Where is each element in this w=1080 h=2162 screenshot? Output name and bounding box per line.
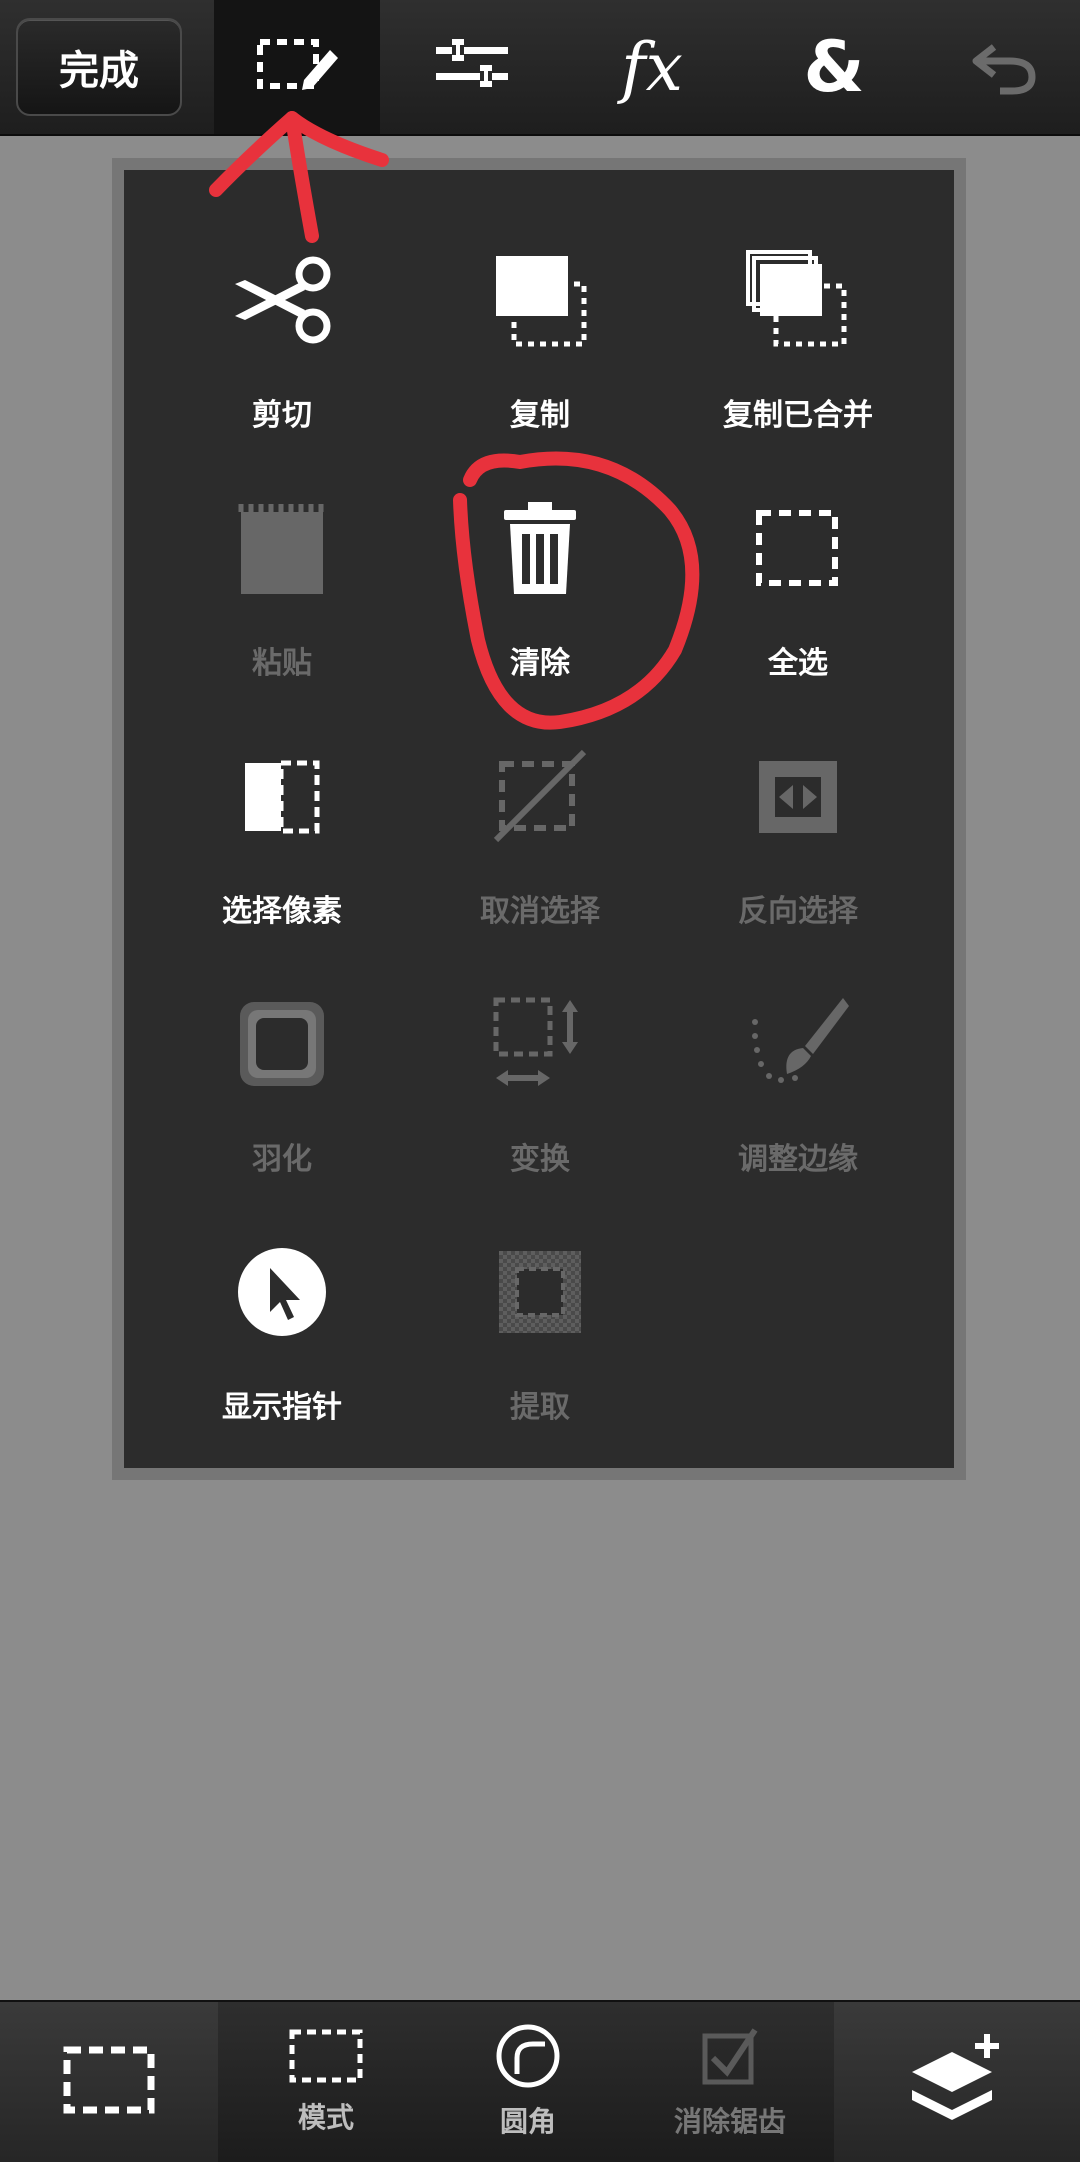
scissors-icon bbox=[182, 230, 382, 370]
clear-label: 清除 bbox=[510, 646, 570, 681]
done-button[interactable]: 完成 bbox=[16, 18, 182, 116]
antialias-label: 消除锯齿 bbox=[673, 2105, 786, 2138]
bottom-toolbar: 模式 圆角 消除锯齿 bbox=[0, 2000, 1080, 2162]
marquee-tool-button[interactable] bbox=[0, 2002, 218, 2162]
cut-item[interactable]: 剪切 bbox=[152, 230, 412, 460]
show-pointer-icon bbox=[182, 1222, 382, 1362]
select-all-icon bbox=[698, 478, 898, 618]
feather-icon bbox=[182, 974, 382, 1114]
select-pixels-item[interactable]: 选择像素 bbox=[152, 726, 412, 956]
transform-icon bbox=[440, 974, 640, 1114]
feather-item[interactable]: 羽化 bbox=[152, 974, 412, 1204]
extract-label: 提取 bbox=[510, 1390, 570, 1425]
invert-selection-label: 反向选择 bbox=[738, 894, 858, 929]
paste-item[interactable]: 粘贴 bbox=[152, 478, 412, 708]
antialias-button[interactable]: 消除锯齿 bbox=[640, 2002, 820, 2162]
select-all-label: 全选 bbox=[768, 646, 828, 681]
deselect-icon bbox=[440, 726, 640, 866]
transform-label: 变换 bbox=[510, 1142, 570, 1177]
top-toolbar: 完成 fx & bbox=[0, 0, 1080, 136]
adjust-sliders-icon bbox=[432, 35, 512, 99]
selection-edit-icon bbox=[252, 30, 342, 104]
antialias-icon bbox=[695, 2024, 765, 2092]
trash-icon bbox=[440, 478, 640, 618]
cut-label: 剪切 bbox=[252, 398, 312, 433]
copy-merged-icon bbox=[698, 230, 898, 370]
copy-icon bbox=[440, 230, 640, 370]
deselect-label: 取消选择 bbox=[480, 894, 600, 929]
extract-item[interactable]: 提取 bbox=[410, 1222, 670, 1452]
extract-icon bbox=[440, 1222, 640, 1362]
invert-selection-item[interactable]: 反向选择 bbox=[668, 726, 928, 956]
blend-ampersand-icon: & bbox=[803, 26, 865, 108]
clear-item[interactable]: 清除 bbox=[410, 478, 670, 708]
invert-selection-icon bbox=[698, 726, 898, 866]
mode-label: 模式 bbox=[297, 2101, 354, 2134]
select-pixels-label: 选择像素 bbox=[222, 894, 342, 929]
fx-button[interactable]: fx bbox=[570, 0, 734, 134]
mode-icon bbox=[288, 2028, 364, 2088]
feather-label: 羽化 bbox=[252, 1142, 312, 1177]
copy-label: 复制 bbox=[510, 398, 570, 433]
selection-menu-panel: 剪切 复制 复制已合并 粘贴 清除 全选 选择像素 取消选择 反向选择 羽化 变… bbox=[124, 170, 954, 1468]
copy-item[interactable]: 复制 bbox=[410, 230, 670, 460]
paste-label: 粘贴 bbox=[252, 646, 312, 681]
rounded-corner-label: 圆角 bbox=[499, 2105, 556, 2138]
refine-edge-brush-icon bbox=[698, 974, 898, 1114]
transform-item[interactable]: 变换 bbox=[410, 974, 670, 1204]
refine-edge-label: 调整边缘 bbox=[738, 1142, 858, 1177]
fx-icon: fx bbox=[621, 28, 683, 106]
undo-icon bbox=[970, 33, 1040, 101]
layers-add-icon bbox=[902, 2030, 1012, 2134]
copy-merged-label: 复制已合并 bbox=[723, 398, 873, 433]
adjust-button[interactable] bbox=[390, 0, 554, 134]
selection-edit-button[interactable] bbox=[214, 0, 380, 134]
marquee-icon bbox=[61, 2042, 157, 2122]
layers-button[interactable] bbox=[834, 2002, 1080, 2162]
refine-edge-item[interactable]: 调整边缘 bbox=[668, 974, 928, 1204]
show-pointer-label: 显示指针 bbox=[222, 1390, 342, 1425]
deselect-item[interactable]: 取消选择 bbox=[410, 726, 670, 956]
undo-button[interactable] bbox=[930, 0, 1080, 134]
paste-icon bbox=[182, 478, 382, 618]
rounded-corner-button[interactable]: 圆角 bbox=[438, 2002, 618, 2162]
select-pixels-icon bbox=[182, 726, 382, 866]
select-all-item[interactable]: 全选 bbox=[668, 478, 928, 708]
mode-button[interactable]: 模式 bbox=[236, 2002, 416, 2162]
blend-button[interactable]: & bbox=[752, 0, 916, 134]
rounded-corner-icon bbox=[493, 2024, 563, 2092]
show-pointer-item[interactable]: 显示指针 bbox=[152, 1222, 412, 1452]
copy-merged-item[interactable]: 复制已合并 bbox=[668, 230, 928, 460]
